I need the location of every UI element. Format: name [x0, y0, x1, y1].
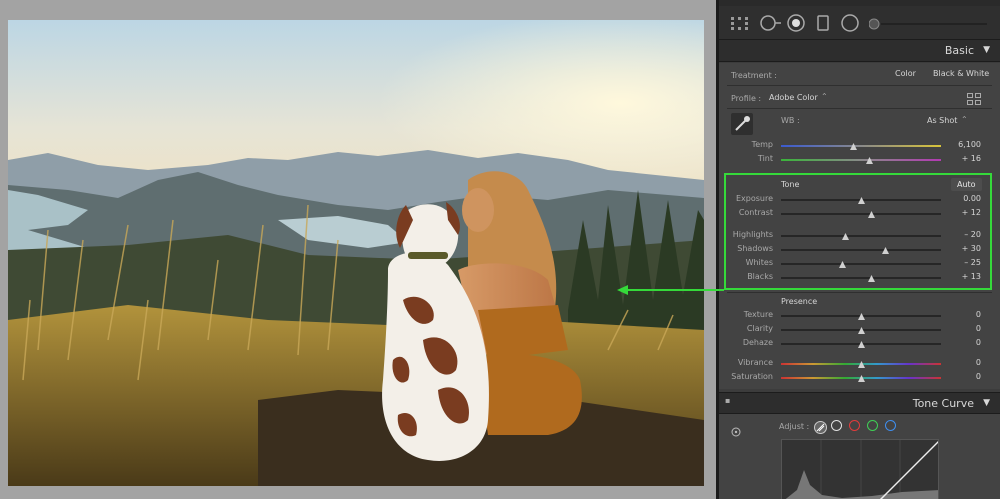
slider-track-temp[interactable]	[781, 145, 941, 147]
wb-label: WB :	[781, 116, 800, 125]
photo-canvas	[0, 0, 716, 499]
tone-auto-button[interactable]: Auto	[951, 178, 982, 191]
profile-dropdown[interactable]: Adobe Color	[769, 93, 818, 102]
photo-preview[interactable]	[8, 20, 704, 486]
slider-track-shadows[interactable]	[781, 249, 941, 251]
slider-track-blacks[interactable]	[781, 277, 941, 279]
slider-thumb-saturation[interactable]	[858, 375, 865, 382]
slider-thumb-exposure[interactable]	[858, 197, 865, 204]
slider-track-highlights[interactable]	[781, 235, 941, 237]
collapse-triangle-icon[interactable]: ▼	[983, 45, 990, 55]
treatment-bw-option[interactable]: Black & White	[933, 69, 989, 78]
tool-strip	[719, 6, 1000, 40]
slider-thumb-highlights[interactable]	[842, 233, 849, 240]
point-curve-blue-icon[interactable]	[885, 420, 896, 431]
separator	[727, 108, 992, 109]
basic-section-header[interactable]: Basic ▼	[719, 40, 1000, 62]
slider-thumb-contrast[interactable]	[867, 211, 875, 218]
slider-value-clarity[interactable]: 0	[943, 324, 981, 333]
mask-icon[interactable]	[787, 14, 805, 36]
basic-section-body: Treatment : Color Black & White Profile …	[719, 63, 1000, 389]
slider-value-highlights[interactable]: – 20	[943, 230, 981, 239]
slider-thumb-whites[interactable]	[838, 261, 846, 268]
section-switch-icon[interactable]: ▪	[725, 396, 730, 405]
radial-icon[interactable]	[841, 14, 859, 36]
profile-browser-icon[interactable]	[967, 90, 981, 109]
tone-curve-section-title: Tone Curve	[912, 397, 974, 410]
collapse-triangle-icon[interactable]: ▼	[983, 398, 990, 408]
slider-value-blacks[interactable]: + 13	[943, 272, 981, 281]
slider-thumb-temp[interactable]	[850, 143, 857, 150]
point-curve-white-icon[interactable]	[831, 420, 842, 431]
slider-value-tint[interactable]: + 16	[943, 154, 981, 163]
chevron-updown-icon: ⌃	[961, 115, 968, 124]
slider-thumb-blacks[interactable]	[867, 275, 875, 282]
brush-size-slider[interactable]	[868, 16, 989, 35]
profile-label: Profile :	[731, 94, 762, 103]
slider-value-saturation[interactable]: 0	[943, 372, 981, 381]
slider-label-shadows: Shadows	[737, 244, 773, 253]
slider-thumb-clarity[interactable]	[858, 327, 865, 334]
slider-label-whites: Whites	[745, 258, 773, 267]
wb-dropdown[interactable]: As Shot	[927, 116, 957, 125]
slider-track-tint[interactable]	[781, 159, 941, 161]
slider-value-shadows[interactable]: + 30	[943, 244, 981, 253]
slider-thumb-dehaze[interactable]	[858, 341, 865, 348]
chevron-updown-icon: ⌃	[821, 92, 828, 101]
point-curve-green-icon[interactable]	[867, 420, 878, 431]
treatment-label: Treatment :	[731, 71, 777, 80]
slider-track-contrast[interactable]	[781, 213, 941, 215]
treatment-color-option[interactable]: Color	[895, 69, 916, 78]
tone-curve-section-header[interactable]: ▪ Tone Curve ▼	[719, 392, 1000, 414]
slider-value-dehaze[interactable]: 0	[943, 338, 981, 347]
tone-group-label: Tone	[781, 180, 800, 189]
slider-thumb-vibrance[interactable]	[858, 361, 865, 368]
separator	[727, 85, 992, 86]
separator	[727, 292, 992, 293]
slider-track-whites[interactable]	[781, 263, 941, 265]
slider-label-texture: Texture	[743, 310, 773, 319]
slider-thumb-tint[interactable]	[866, 157, 873, 164]
slider-value-texture[interactable]: 0	[943, 310, 981, 319]
slider-label-highlights: Highlights	[732, 230, 773, 239]
slider-value-exposure[interactable]: 0.00	[943, 194, 981, 203]
basic-section-title: Basic	[944, 44, 974, 57]
gradient-icon[interactable]	[817, 15, 829, 35]
slider-label-blacks: Blacks	[747, 272, 773, 281]
tone-curve-section-body: Adjust :	[719, 414, 1000, 499]
slider-value-vibrance[interactable]: 0	[943, 358, 981, 367]
slider-label-temp: Temp	[751, 140, 773, 149]
presence-group-label: Presence	[781, 297, 818, 306]
slider-label-vibrance: Vibrance	[737, 358, 773, 367]
point-curve-red-icon[interactable]	[849, 420, 860, 431]
slider-label-saturation: Saturation	[731, 372, 773, 381]
parametric-curve-icon[interactable]	[814, 419, 827, 438]
slider-label-tint: Tint	[757, 154, 773, 163]
slider-value-whites[interactable]: – 25	[943, 258, 981, 267]
target-adjust-icon[interactable]	[731, 422, 741, 441]
crop-icon[interactable]	[759, 14, 781, 36]
develop-panel: Basic ▼ Treatment : Color Black & White …	[716, 0, 1000, 499]
grid-overlay-icon[interactable]	[731, 16, 749, 35]
eyedropper-icon[interactable]	[731, 113, 753, 139]
slider-label-exposure: Exposure	[735, 194, 773, 203]
slider-thumb-shadows[interactable]	[882, 247, 889, 254]
tone-curve-graph[interactable]	[781, 439, 939, 499]
slider-label-dehaze: Dehaze	[742, 338, 773, 347]
slider-label-contrast: Contrast	[738, 208, 773, 217]
slider-label-clarity: Clarity	[746, 324, 773, 333]
adjust-label: Adjust :	[779, 422, 810, 431]
slider-value-contrast[interactable]: + 12	[943, 208, 981, 217]
slider-thumb-texture[interactable]	[858, 313, 865, 320]
slider-value-temp[interactable]: 6,100	[943, 140, 981, 149]
